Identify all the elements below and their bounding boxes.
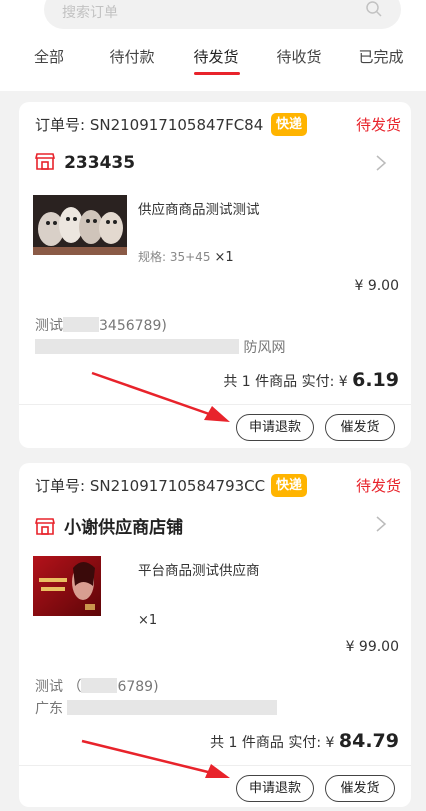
redacted-block xyxy=(63,317,99,332)
search-placeholder: 搜索订单 xyxy=(62,5,118,21)
product-name: 平台商品测试供应商 xyxy=(138,563,260,579)
order-summary: 共 1 件商品 实付: ¥ 6.19 xyxy=(223,369,399,391)
tab-pending-receipt[interactable]: 待收货 xyxy=(264,46,334,70)
order-card[interactable]: 订单号: SN210917105847FC84 快递 待发货 233435 供应… xyxy=(19,102,411,448)
delivery-badge: 快递 xyxy=(271,113,308,136)
divider xyxy=(19,765,411,766)
store-icon xyxy=(35,153,55,170)
order-total: 6.19 xyxy=(352,369,399,391)
product-price: ¥ 99.00 xyxy=(345,639,399,655)
recipient-info: 测试 3456789) xyxy=(35,315,167,335)
shop-header[interactable]: 233435 xyxy=(35,152,135,178)
chevron-right-icon[interactable] xyxy=(375,154,387,172)
recipient-address: 防风网 xyxy=(35,337,285,357)
order-tabs: 全部 待付款 待发货 待收货 已完成 xyxy=(0,44,426,88)
order-number: 订单号: SN21091710584793CC xyxy=(35,477,266,495)
product-quantity: ×1 xyxy=(138,613,158,628)
recipient-info: 测试 （ 6789) xyxy=(35,676,159,696)
recipient-phone: 6789) xyxy=(117,679,159,695)
redacted-block xyxy=(35,339,239,354)
store-icon xyxy=(35,518,55,535)
urge-shipment-button[interactable]: 催发货 xyxy=(325,414,395,441)
tab-pending-shipment[interactable]: 待发货 xyxy=(181,46,251,70)
search-icon[interactable] xyxy=(365,0,383,18)
address-text: 防风网 xyxy=(243,340,286,356)
order-total: 84.79 xyxy=(338,730,399,752)
product-price: ¥ 9.00 xyxy=(354,278,399,294)
product-name: 供应商商品测试测试 xyxy=(138,202,260,218)
shop-name: 233435 xyxy=(64,153,136,173)
order-status: 待发货 xyxy=(355,477,401,495)
divider xyxy=(19,404,411,405)
recipient-address: 广东 xyxy=(35,698,278,718)
product-spec: 规格: 35+45 ×1 xyxy=(138,248,234,265)
shop-header[interactable]: 小谢供应商店铺 xyxy=(35,513,183,539)
summary-text: 共 1 件商品 实付: ¥ xyxy=(210,735,335,751)
urge-shipment-button[interactable]: 催发货 xyxy=(325,775,395,802)
product-quantity: ×1 xyxy=(214,250,234,265)
top-bar: 搜索订单 全部 待付款 待发货 待收货 已完成 xyxy=(0,0,426,91)
recipient-name: 测试 xyxy=(35,318,63,334)
order-status: 待发货 xyxy=(355,116,401,134)
order-card[interactable]: 订单号: SN21091710584793CC 快递 待发货 小谢供应商店铺 平… xyxy=(19,463,411,807)
order-number: 订单号: SN210917105847FC84 xyxy=(35,116,264,134)
tab-completed[interactable]: 已完成 xyxy=(346,46,416,70)
tab-pending-payment[interactable]: 待付款 xyxy=(97,46,167,70)
recipient-phone: 3456789) xyxy=(99,318,167,334)
apply-refund-button[interactable]: 申请退款 xyxy=(236,775,314,802)
summary-text: 共 1 件商品 实付: ¥ xyxy=(223,374,348,390)
shop-name: 小谢供应商店铺 xyxy=(64,518,184,538)
apply-refund-button[interactable]: 申请退款 xyxy=(236,414,314,441)
redacted-block xyxy=(81,678,118,693)
delivery-badge: 快递 xyxy=(271,474,308,497)
order-summary: 共 1 件商品 实付: ¥ 84.79 xyxy=(210,730,399,752)
product-image[interactable] xyxy=(33,556,101,616)
search-input[interactable]: 搜索订单 xyxy=(44,0,401,29)
redacted-block xyxy=(67,700,278,715)
address-text: 广东 xyxy=(35,701,63,717)
product-image[interactable] xyxy=(33,195,127,255)
active-tab-indicator xyxy=(194,72,240,75)
tab-all[interactable]: 全部 xyxy=(14,46,84,70)
spec-text: 规格: 35+45 xyxy=(138,250,211,264)
chevron-right-icon[interactable] xyxy=(375,515,387,533)
recipient-name: 测试 （ xyxy=(35,679,82,695)
